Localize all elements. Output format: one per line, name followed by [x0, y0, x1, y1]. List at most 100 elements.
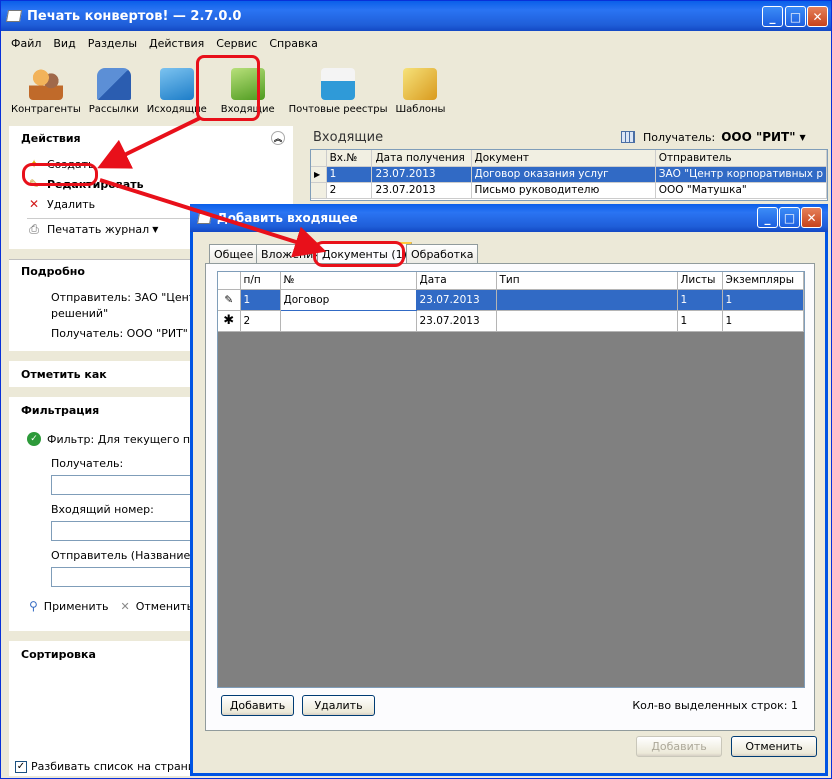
grid-row[interactable]: ✎ 1 Договор 23.07.2013 1 1: [218, 288, 804, 311]
apply-filter-button[interactable]: Применить: [44, 600, 109, 613]
documents-grid: п/п № Дата Тип Листы Экземпляры ✎ 1 Дого…: [217, 271, 805, 688]
row-indicator-header: [218, 272, 241, 290]
cell[interactable]: [496, 310, 678, 332]
paging-label: Разбивать список на страницы: [31, 760, 212, 773]
grid-row[interactable]: ✱ 2 23.07.2013 1 1: [218, 310, 804, 332]
current-row-icon: ▶: [311, 166, 327, 183]
menu-help[interactable]: Справка: [263, 37, 323, 50]
toolbar: Контрагенты Рассылки Исходящие Входящие …: [1, 55, 831, 119]
cell: Договор оказания услуг: [471, 166, 656, 183]
toolbar-contractors-button[interactable]: Контрагенты: [7, 57, 85, 119]
details-title: Подробно: [21, 265, 85, 278]
cell[interactable]: 1: [240, 289, 281, 311]
cell[interactable]: 1: [677, 310, 723, 332]
cell: 23.07.2013: [371, 166, 472, 183]
filter-status-label: Фильтр: Для текущего пол: [47, 432, 204, 446]
row-indicator-header: [311, 150, 327, 167]
col-document[interactable]: Документ: [471, 150, 656, 167]
menu-view[interactable]: Вид: [47, 37, 81, 50]
app-icon: [5, 10, 23, 22]
paging-option[interactable]: ✓ Разбивать список на страницы: [15, 760, 211, 773]
cell[interactable]: 23.07.2013: [416, 310, 497, 332]
dialog-minimize-button[interactable]: _: [757, 207, 778, 228]
actions-header[interactable]: Действия ︽: [9, 126, 293, 150]
toolbar-label: Рассылки: [88, 104, 139, 115]
dialog-add-button[interactable]: Добавить: [636, 736, 722, 757]
cell: Письмо руководителю: [471, 182, 656, 199]
print-journal-label: Печатать журнал: [47, 222, 150, 236]
table-row[interactable]: ▶ 1 23.07.2013 Договор оказания услуг ЗА…: [311, 166, 828, 183]
new-row-asterisk-icon: ✱: [218, 310, 241, 332]
col-sender[interactable]: Отправитель: [655, 150, 828, 167]
recipient-selector[interactable]: Получатель: ООО "РИТ" ▼: [621, 127, 806, 147]
menu-service[interactable]: Сервис: [210, 37, 263, 50]
registry-box-icon: [321, 68, 356, 100]
contacts-icon: [28, 68, 63, 100]
col-incoming-no[interactable]: Вх.№: [326, 150, 373, 167]
menu-sections[interactable]: Разделы: [82, 37, 143, 50]
menu-bar: Файл Вид Разделы Действия Сервис Справка: [1, 33, 831, 53]
col-number[interactable]: №: [280, 272, 417, 290]
table-row[interactable]: 2 23.07.2013 Письмо руководителю ООО "Ма…: [311, 182, 828, 199]
toolbar-label: Почтовые реестры: [288, 104, 388, 115]
table-header: Вх.№ Дата получения Документ Отправитель: [311, 150, 828, 167]
dialog-close-button[interactable]: ✕: [801, 207, 822, 228]
collapse-icon[interactable]: ︽: [271, 131, 285, 145]
dropdown-arrow-icon: ▼: [152, 224, 159, 234]
edit-pencil-icon: ✎: [218, 289, 241, 311]
cell[interactable]: 23.07.2013: [416, 289, 497, 311]
window-title: Печать конвертов! — 2.7.0.0: [27, 8, 242, 24]
col-received-date[interactable]: Дата получения: [371, 150, 472, 167]
templates-icon: [403, 68, 438, 100]
cell[interactable]: [280, 310, 417, 332]
col-date[interactable]: Дата: [416, 272, 497, 290]
delete-label: Удалить: [47, 197, 96, 211]
menu-actions[interactable]: Действия: [143, 37, 210, 50]
title-bar: Печать конвертов! — 2.7.0.0 _ □ ✕: [1, 1, 831, 31]
cell: 2: [326, 182, 373, 199]
actions-title: Действия: [21, 131, 81, 145]
maximize-button[interactable]: □: [785, 6, 806, 27]
col-seq[interactable]: п/п: [240, 272, 281, 290]
toolbar-postal-registries-button[interactable]: Почтовые реестры: [285, 57, 392, 119]
delete-row-button[interactable]: Удалить: [302, 695, 375, 716]
cancel-filter-button[interactable]: Отменить: [136, 600, 193, 613]
add-row-button[interactable]: Добавить: [221, 695, 294, 716]
col-sheets[interactable]: Листы: [677, 272, 723, 290]
cell[interactable]: 1: [677, 289, 723, 311]
col-copies[interactable]: Экземпляры: [722, 272, 804, 290]
number-cell-editor[interactable]: Договор: [279, 288, 417, 311]
filter-title: Фильтрация: [21, 403, 100, 417]
menu-file[interactable]: Файл: [5, 37, 47, 50]
cell[interactable]: 2: [240, 310, 281, 332]
mailbox-icon: [96, 68, 131, 100]
dialog-title-bar: Добавить входящее _ □ ✕: [190, 204, 828, 232]
dialog-maximize-button[interactable]: □: [779, 207, 800, 228]
printer-icon: ⎙: [29, 221, 39, 236]
cancel-icon: ✕: [120, 599, 130, 613]
outgoing-folder-icon: [159, 68, 194, 100]
cell: 23.07.2013: [371, 182, 472, 199]
check-icon: ✓: [27, 432, 41, 446]
row-indicator: [311, 182, 327, 199]
delete-icon: ✕: [28, 197, 40, 211]
table-icon: [621, 131, 635, 143]
tab-general[interactable]: Общее: [209, 244, 259, 263]
cell[interactable]: [496, 289, 678, 311]
search-icon: ⚲: [29, 599, 38, 613]
highlight-documents-tab: [313, 241, 405, 267]
recipient-label: Получатель:: [643, 130, 716, 144]
close-button[interactable]: ✕: [807, 6, 828, 27]
mark-as-title: Отметить как: [21, 367, 107, 381]
dialog-cancel-button[interactable]: Отменить: [731, 736, 817, 757]
col-type[interactable]: Тип: [496, 272, 678, 290]
cell[interactable]: 1: [722, 310, 804, 332]
toolbar-mailings-button[interactable]: Рассылки: [85, 57, 143, 119]
cell[interactable]: 1: [722, 289, 804, 311]
minimize-button[interactable]: _: [762, 6, 783, 27]
selected-rows-count: Кол-во выделенных строк: 1: [632, 699, 798, 712]
paging-checkbox[interactable]: ✓: [15, 760, 27, 773]
incoming-table: Вх.№ Дата получения Документ Отправитель…: [310, 149, 828, 201]
tab-processing[interactable]: Обработка: [406, 244, 479, 263]
toolbar-templates-button[interactable]: Шаблоны: [391, 57, 449, 119]
